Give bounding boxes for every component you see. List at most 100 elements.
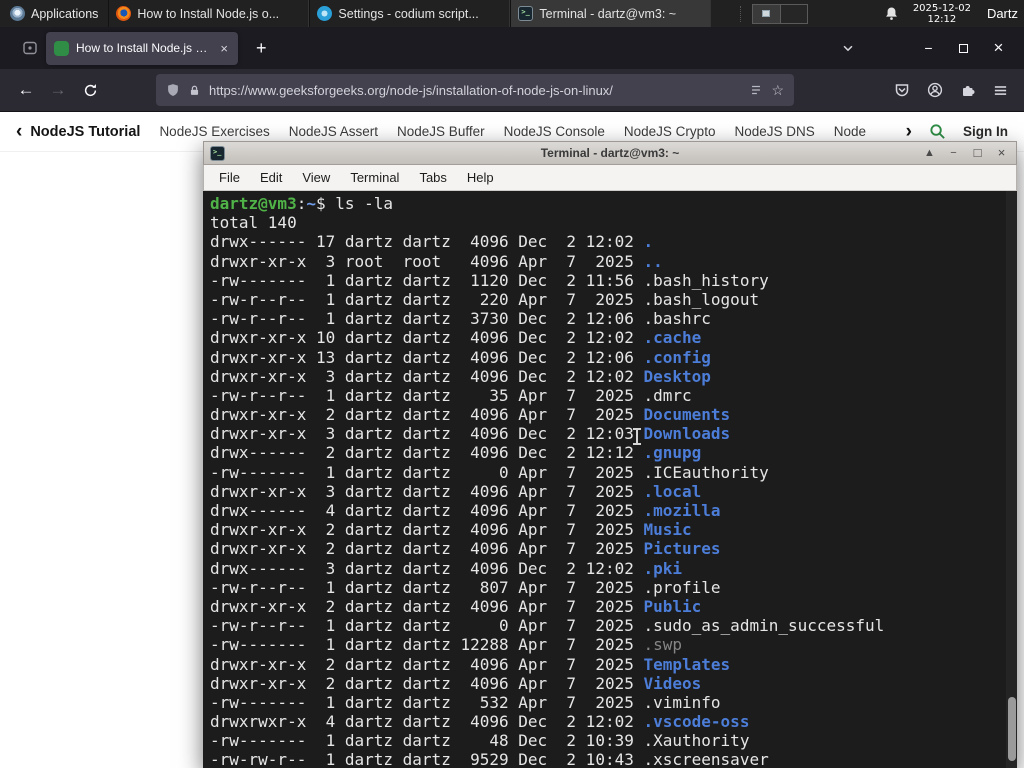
nav-link[interactable]: NodeJS Assert <box>289 124 378 139</box>
nav-active-item[interactable]: NodeJS Tutorial <box>30 124 140 140</box>
extensions-puzzle-icon[interactable] <box>960 82 976 98</box>
terminal-menu-view[interactable]: View <box>292 167 340 188</box>
padlock-icon[interactable] <box>188 84 201 97</box>
terminal-line: -rw------- 1 dartz dartz 0 Apr 7 2025 .I… <box>210 462 769 482</box>
nav-link[interactable]: NodeJS Buffer <box>397 124 485 139</box>
terminal-menubar: File Edit View Terminal Tabs Help <box>203 165 1017 191</box>
prompt-path: ~ <box>306 194 316 213</box>
terminal-line: -rw------- 1 dartz dartz 48 Dec 2 10:39 … <box>210 731 750 751</box>
nav-scroll-right-icon[interactable]: › <box>906 122 912 141</box>
forward-button[interactable]: → <box>42 74 74 106</box>
terminal-line: drwxr-xr-x 2 dartz dartz 4096 Apr 7 2025… <box>210 539 721 559</box>
browser-tab-bar: How to Install Node.js on... × + − × <box>0 27 1024 69</box>
prompt-user-host: dartz@vm3 <box>210 194 297 213</box>
reload-button[interactable] <box>74 74 106 106</box>
taskbar-button-label: How to Install Node.js o... <box>137 6 280 21</box>
terminal-minimize-button[interactable]: − <box>945 142 962 164</box>
applications-label: Applications <box>31 6 99 21</box>
url-text[interactable]: https://www.geeksforgeeks.org/node-js/in… <box>209 83 741 98</box>
nav-scroll-left-icon[interactable]: ‹ <box>16 122 22 141</box>
desktop: Applications How to Install Node.js o...… <box>0 0 1024 768</box>
nav-link[interactable]: Node <box>834 124 866 139</box>
terminal-maximize-button[interactable]: □ <box>969 142 986 164</box>
terminal-line: -rw------- 1 dartz dartz 1120 Dec 2 11:5… <box>210 270 769 290</box>
browser-tab[interactable]: How to Install Node.js on... × <box>46 31 238 65</box>
minimize-button[interactable]: − <box>911 40 946 56</box>
panel-clock[interactable]: 2025-12-02 12:12 <box>913 3 971 25</box>
terminal-line: drwxr-xr-x 2 dartz dartz 4096 Apr 7 2025… <box>210 405 731 425</box>
url-bar[interactable]: https://www.geeksforgeeks.org/node-js/in… <box>156 74 794 106</box>
terminal-menu-edit[interactable]: Edit <box>250 167 292 188</box>
panel-separator <box>739 5 742 22</box>
maximize-button[interactable] <box>946 43 981 53</box>
nav-links: NodeJS Exercises NodeJS Assert NodeJS Buff… <box>159 124 897 139</box>
firefox-view-icon[interactable] <box>22 40 38 56</box>
workspace-2[interactable] <box>779 4 807 23</box>
pocket-icon[interactable] <box>894 82 910 98</box>
terminal-menu-tabs[interactable]: Tabs <box>409 167 456 188</box>
terminal-titlebar[interactable]: Terminal - dartz@vm3: ~ ▲ − □ × <box>203 141 1017 165</box>
workspace-pager[interactable] <box>751 3 808 24</box>
xfce-panel: Applications How to Install Node.js o...… <box>0 0 1024 27</box>
panel-right-tray: 2025-12-02 12:12 Dartz <box>739 0 1024 27</box>
terminal-prompt-line: dartz@vm3:~$ ls -la <box>210 194 394 213</box>
workspace-1[interactable] <box>752 4 780 23</box>
terminal-line: drwxr-xr-x 3 dartz dartz 4096 Dec 2 12:0… <box>210 424 731 444</box>
terminal-line: drwx------ 17 dartz dartz 4096 Dec 2 12:… <box>210 232 654 252</box>
terminal-line: drwxr-xr-x 3 root root 4096 Apr 7 2025 .… <box>210 251 663 271</box>
nav-link[interactable]: NodeJS DNS <box>734 124 814 139</box>
terminal-total-line: total 140 <box>210 213 297 233</box>
terminal-line: drwxr-xr-x 2 dartz dartz 4096 Apr 7 2025… <box>210 596 702 616</box>
new-tab-button[interactable]: + <box>248 35 275 61</box>
taskbar-button[interactable]: Terminal - dartz@vm3: ~ <box>510 0 712 27</box>
terminal-line: -rw-r--r-- 1 dartz dartz 220 Apr 7 2025 … <box>210 289 760 309</box>
account-icon[interactable] <box>927 82 943 98</box>
nav-link[interactable]: NodeJS Exercises <box>159 124 269 139</box>
bookmark-star-icon[interactable]: ☆ <box>771 82 784 99</box>
terminal-line: -rw-r--r-- 1 dartz dartz 35 Apr 7 2025 .… <box>210 385 692 405</box>
taskbar-button[interactable]: Settings - codium script... <box>309 0 511 27</box>
workspace-window-thumb <box>762 10 771 17</box>
sign-in-button[interactable]: Sign In <box>963 124 1008 139</box>
applications-icon <box>10 6 25 21</box>
geeksforgeeks-favicon <box>54 40 69 56</box>
terminal-menu-terminal[interactable]: Terminal <box>340 167 409 188</box>
browser-toolbar: ← → https://www.geeksforgeeks.org/node-j… <box>0 69 1024 112</box>
toolbar-extensions-area <box>894 82 1014 98</box>
terminal-line: drwx------ 3 dartz dartz 4096 Dec 2 12:0… <box>210 558 683 578</box>
reader-view-icon[interactable] <box>749 83 763 97</box>
notification-bell-icon[interactable] <box>884 6 899 21</box>
terminal-scrollbar[interactable] <box>1006 191 1017 768</box>
terminal-line: drwxr-xr-x 3 dartz dartz 4096 Apr 7 2025… <box>210 481 702 501</box>
terminal-line: drwx------ 2 dartz dartz 4096 Dec 2 12:1… <box>210 443 702 463</box>
panel-user-label[interactable]: Dartz <box>987 6 1018 21</box>
terminal-output[interactable]: dartz@vm3:~$ ls -la total 140 drwx------ … <box>203 191 1017 768</box>
window-controls: − × <box>841 38 1016 58</box>
terminal-icon <box>518 6 534 21</box>
shade-button[interactable]: ▲ <box>921 142 938 164</box>
clock-time: 12:12 <box>927 13 957 25</box>
back-button[interactable]: ← <box>10 74 42 106</box>
firefox-icon <box>116 6 132 21</box>
list-all-tabs-icon[interactable] <box>841 41 855 55</box>
applications-menu[interactable]: Applications <box>0 0 108 27</box>
window-task-list: How to Install Node.js o... Settings - co… <box>108 0 712 27</box>
terminal-line: drwxr-xr-x 3 dartz dartz 4096 Dec 2 12:0… <box>210 366 711 386</box>
terminal-line: drwx------ 4 dartz dartz 4096 Apr 7 2025… <box>210 501 721 520</box>
terminal-close-button[interactable]: × <box>993 142 1010 164</box>
close-button[interactable]: × <box>981 38 1016 58</box>
terminal-line: -rw-rw-r-- 1 dartz dartz 9529 Dec 2 10:4… <box>210 750 769 768</box>
search-icon[interactable] <box>929 123 946 140</box>
tab-close-icon[interactable]: × <box>218 41 230 56</box>
taskbar-button-label: Terminal - dartz@vm3: ~ <box>539 6 677 21</box>
terminal-menu-help[interactable]: Help <box>457 167 504 188</box>
hamburger-menu-icon[interactable] <box>993 83 1008 98</box>
terminal-line: drwxr-xr-x 10 dartz dartz 4096 Dec 2 12:… <box>210 328 702 348</box>
terminal-menu-file[interactable]: File <box>209 167 250 188</box>
terminal-scrollbar-thumb[interactable] <box>1008 697 1016 761</box>
taskbar-button[interactable]: How to Install Node.js o... <box>108 0 310 27</box>
tracking-shield-icon[interactable] <box>166 83 180 97</box>
terminal-line: drwxr-xr-x 2 dartz dartz 4096 Apr 7 2025… <box>210 654 731 674</box>
nav-link[interactable]: NodeJS Console <box>504 124 605 139</box>
nav-link[interactable]: NodeJS Crypto <box>624 124 716 139</box>
